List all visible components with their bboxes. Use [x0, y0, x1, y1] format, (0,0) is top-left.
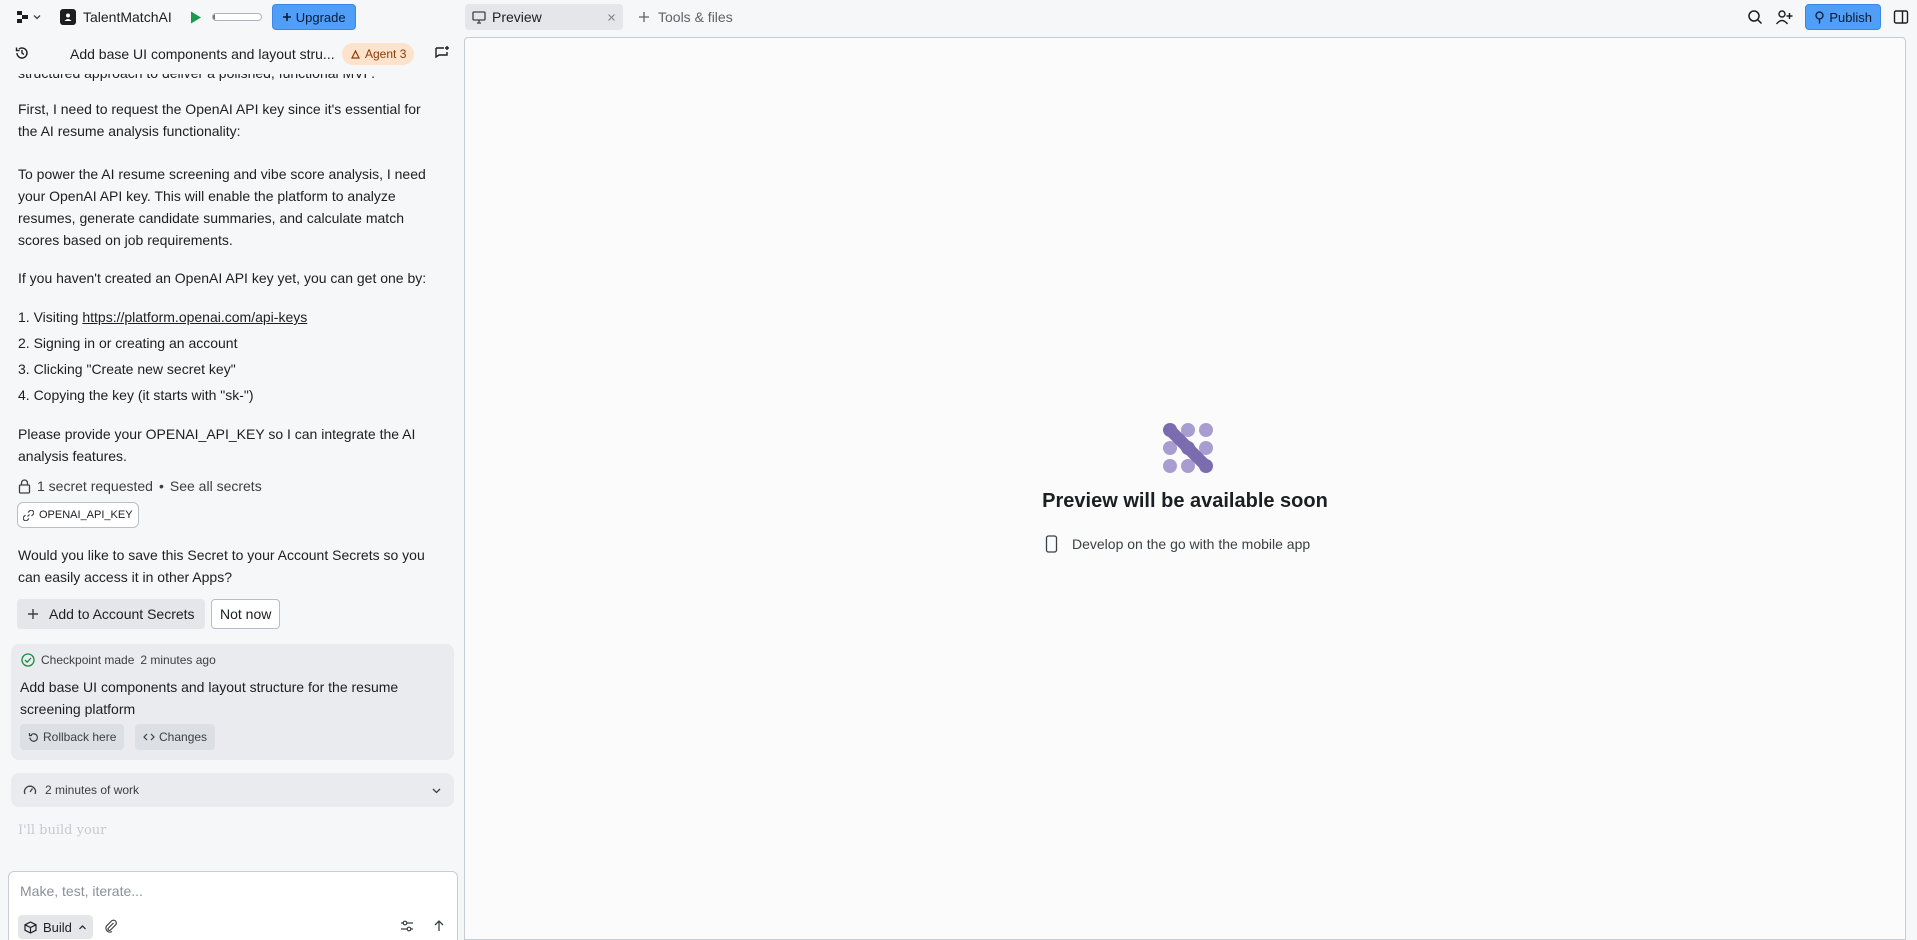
see-all-secrets-link[interactable]: See all secrets — [170, 478, 262, 494]
secret-chip-label: OPENAI_API_KEY — [39, 509, 133, 521]
check-circle-icon — [21, 653, 35, 667]
add-secret-label: Add to Account Secrets — [49, 606, 195, 622]
agent-badge[interactable]: Agent 3 — [342, 43, 415, 65]
plus-icon — [27, 608, 39, 620]
message-paragraph: First, I need to request the OpenAI API … — [18, 101, 421, 139]
sliders-icon[interactable] — [400, 919, 414, 933]
publish-icon — [1814, 10, 1825, 24]
not-now-button[interactable]: Not now — [211, 599, 281, 629]
rollback-label: Rollback here — [43, 730, 117, 744]
mobile-app-prompt[interactable]: Develop on the go with the mobile app — [1045, 535, 1310, 553]
step-text: 1. Visiting — [18, 309, 83, 325]
mobile-phone-icon — [1045, 535, 1058, 553]
publish-label: Publish — [1829, 9, 1872, 25]
list-item: 4. Copying the key (it starts with "sk-"… — [18, 387, 254, 403]
chevron-down-icon — [431, 785, 442, 796]
publish-button[interactable]: Publish — [1805, 4, 1881, 30]
monitor-icon — [472, 10, 486, 24]
agent-icon — [350, 49, 361, 60]
progress-bar — [211, 13, 262, 21]
api-keys-link[interactable]: https://platform.openai.com/api-keys — [82, 309, 307, 325]
bullet-separator: • — [158, 478, 164, 494]
agent-badge-label: Agent 3 — [365, 47, 407, 61]
list-item: 3. Clicking "Create new secret key" — [18, 361, 236, 377]
replit-logo-icon — [16, 10, 30, 24]
plus-icon — [282, 12, 292, 22]
checkpoint-time: 2 minutes ago — [140, 653, 216, 667]
mobile-app-text: Develop on the go with the mobile app — [1072, 536, 1311, 552]
chat-header: Add base UI components and layout stru..… — [0, 34, 464, 74]
streaming-text: I'll build your — [18, 823, 107, 838]
rollback-icon — [28, 732, 39, 743]
rollback-button[interactable]: Rollback here — [20, 724, 125, 750]
checkpoint-card: Checkpoint made 2 minutes ago Add base U… — [11, 644, 454, 760]
message-paragraph: Please provide your OPENAI_API_KEY so I … — [18, 426, 416, 464]
link-icon — [23, 509, 34, 521]
message-paragraph: If you haven't created an OpenAI API key… — [18, 270, 427, 286]
preview-title: Preview will be available soon — [1042, 490, 1328, 512]
run-button[interactable] — [186, 7, 206, 27]
tab-preview-label: Preview — [492, 9, 542, 25]
work-summary-label: 2 minutes of work — [45, 783, 140, 797]
add-to-account-secrets-button[interactable]: Add to Account Secrets — [17, 599, 205, 629]
tab-tools-files[interactable]: Tools & files — [638, 4, 733, 30]
send-arrow-icon[interactable] — [432, 919, 446, 933]
secret-requested-text: 1 secret requested — [37, 478, 153, 494]
mode-selector[interactable]: Build — [18, 915, 93, 939]
close-icon[interactable] — [607, 13, 616, 22]
progress-fill — [212, 14, 216, 20]
add-user-icon[interactable] — [1775, 9, 1793, 25]
search-icon[interactable] — [1747, 9, 1763, 25]
preview-panel: Preview will be available soon Develop o… — [464, 37, 1906, 940]
app-avatar-icon — [60, 9, 76, 25]
prompt-input[interactable]: Make, test, iterate... — [20, 883, 143, 899]
checkpoint-header: Checkpoint made 2 minutes ago — [21, 653, 216, 667]
work-summary-toggle[interactable]: 2 minutes of work — [11, 773, 454, 807]
checkpoint-description: Add base UI components and layout struct… — [20, 679, 399, 717]
replit-preview-logo-icon — [1161, 421, 1215, 475]
upgrade-label: Upgrade — [295, 9, 346, 25]
app-name[interactable]: TalentMatchAI — [83, 9, 172, 25]
workspace-logo-menu[interactable] — [16, 10, 42, 24]
message-paragraph: Would you like to save this Secret to yo… — [18, 547, 425, 585]
gauge-icon — [23, 784, 37, 796]
changes-button[interactable]: Changes — [135, 724, 216, 750]
chevron-up-icon — [78, 923, 87, 932]
upgrade-button[interactable]: Upgrade — [271, 4, 356, 30]
agent-chat-panel: Add base UI components and layout stru..… — [0, 34, 464, 940]
message-paragraph: To power the AI resume screening and vib… — [18, 166, 426, 248]
list-item: 1. Visiting https://platform.openai.com/… — [18, 306, 438, 328]
new-chat-icon[interactable] — [434, 45, 450, 61]
history-icon[interactable] — [14, 45, 30, 61]
mode-label: Build — [43, 919, 72, 935]
list-item: 2. Signing in or creating an account — [18, 335, 238, 351]
sidebar-toggle-icon[interactable] — [1893, 9, 1909, 25]
code-icon — [143, 732, 155, 742]
plus-icon — [638, 11, 650, 23]
chevron-down-icon — [32, 12, 42, 22]
changes-label: Changes — [159, 730, 208, 744]
composer: Make, test, iterate... Build — [8, 871, 458, 940]
secret-request-line: 1 secret requested • See all secrets — [18, 478, 262, 494]
tab-tools-files-label: Tools & files — [658, 9, 733, 25]
secret-chip[interactable]: OPENAI_API_KEY — [17, 502, 139, 528]
tab-preview[interactable]: Preview — [465, 4, 623, 30]
top-bar: TalentMatchAI Upgrade Preview Tools & fi… — [0, 0, 1917, 34]
chat-title: Add base UI components and layout stru..… — [70, 46, 335, 62]
lock-icon — [18, 478, 31, 494]
checkpoint-made-label: Checkpoint made — [41, 653, 135, 667]
cube-icon — [24, 920, 37, 934]
paperclip-icon[interactable] — [104, 919, 118, 933]
